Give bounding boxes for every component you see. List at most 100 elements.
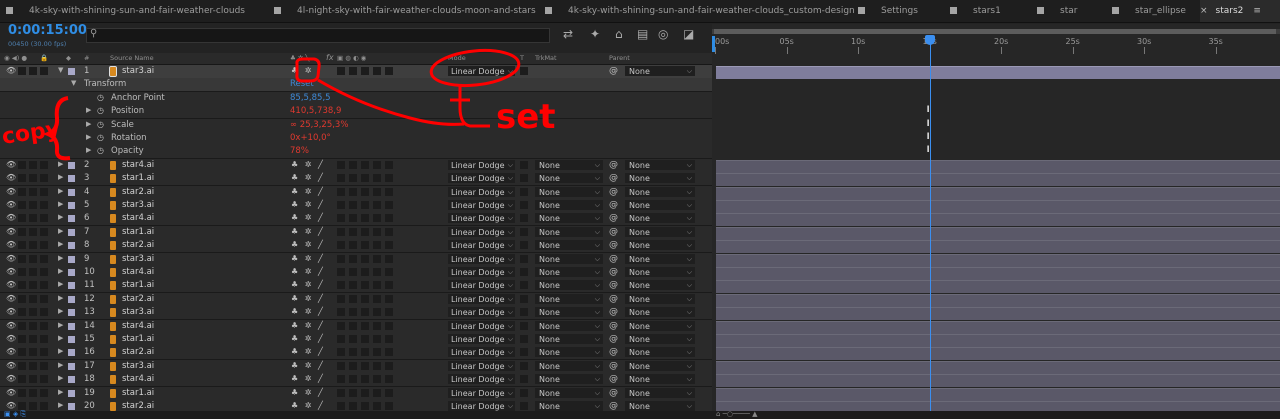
preserve-transparency-toggle[interactable]: [520, 254, 528, 263]
frame-blend-switch[interactable]: [349, 361, 357, 370]
layer-duration-bar[interactable]: [716, 293, 1280, 307]
frame-blend-switch[interactable]: [349, 402, 357, 410]
expand-triangle-icon[interactable]: ▶: [58, 334, 63, 342]
frame-blend-switch[interactable]: [349, 268, 357, 276]
parent-pick-whip-icon[interactable]: @: [609, 401, 618, 411]
parent-pick-whip-icon[interactable]: @: [609, 321, 618, 331]
expand-triangle-icon[interactable]: ▼: [58, 66, 63, 74]
solo-toggle[interactable]: [29, 294, 37, 303]
visibility-eye-icon[interactable]: 👁: [6, 160, 16, 169]
track-matte-select[interactable]: None ⌵: [535, 334, 603, 344]
stopwatch-icon[interactable]: ◷: [97, 146, 104, 155]
fx-switch[interactable]: [337, 348, 345, 357]
fx-switch[interactable]: [337, 388, 345, 397]
graph-editor-icon[interactable]: ◪: [683, 27, 694, 41]
3d-layer-switch[interactable]: [385, 174, 393, 183]
layer-name[interactable]: star2.ai: [122, 187, 154, 197]
motion-blur-switch[interactable]: [361, 388, 369, 397]
track-matte-select[interactable]: None ⌵: [535, 280, 603, 291]
lock-toggle[interactable]: [40, 321, 48, 330]
fx-switch[interactable]: [337, 214, 345, 223]
layer-duration-bar[interactable]: [716, 307, 1280, 321]
audio-toggle[interactable]: [18, 227, 26, 236]
transform-group-row[interactable]: ▼ Transform Reset: [0, 78, 712, 93]
expand-triangle-icon[interactable]: ▶: [58, 388, 63, 396]
label-color-swatch[interactable]: [68, 295, 75, 303]
fx-switch[interactable]: [337, 67, 345, 75]
blend-mode-select[interactable]: Linear Dodge ⌵: [448, 334, 515, 344]
parent-pick-whip-icon[interactable]: @: [609, 200, 618, 210]
lock-toggle[interactable]: [40, 375, 48, 384]
audio-toggle[interactable]: [18, 268, 26, 276]
label-color-swatch[interactable]: [68, 202, 75, 209]
preserve-transparency-toggle[interactable]: [520, 294, 528, 303]
blend-mode-select[interactable]: Linear Dodge ⌵: [448, 374, 515, 385]
solo-toggle[interactable]: [29, 348, 37, 357]
lock-toggle[interactable]: [40, 335, 48, 343]
expand-triangle-icon[interactable]: ▶: [86, 120, 91, 128]
audio-toggle[interactable]: [18, 201, 26, 209]
track-matte-select[interactable]: None ⌵: [535, 159, 603, 170]
blend-mode-select[interactable]: Linear Dodge ⌵: [448, 173, 515, 184]
fx-switch[interactable]: [337, 254, 345, 263]
property-value[interactable]: ∞ 25,3,25,3%: [290, 120, 348, 130]
solo-toggle[interactable]: [29, 361, 37, 370]
frame-blend-switch[interactable]: [349, 281, 357, 290]
fx-switch[interactable]: [337, 294, 345, 303]
lock-toggle[interactable]: [40, 402, 48, 410]
solo-toggle[interactable]: [29, 201, 37, 209]
layer-name[interactable]: star1.ai: [122, 280, 154, 290]
layer-switches-icons[interactable]: ♣ ✲ ╱: [291, 187, 325, 196]
fx-switch[interactable]: [337, 335, 345, 343]
keyframe-marker[interactable]: I: [927, 105, 930, 115]
layer-duration-bar[interactable]: [716, 213, 1280, 227]
blend-mode-select[interactable]: Linear Dodge ⌵: [448, 240, 515, 251]
stopwatch-icon[interactable]: ◷: [97, 133, 104, 142]
visibility-eye-icon[interactable]: 👁: [6, 267, 16, 276]
parent-select[interactable]: None ⌵: [625, 159, 695, 170]
blend-mode-select[interactable]: Linear Dodge ⌵: [448, 360, 515, 371]
fx-switch[interactable]: [337, 402, 345, 410]
label-color-swatch[interactable]: [68, 175, 75, 183]
visibility-eye-icon[interactable]: 👁: [6, 347, 16, 356]
parent-pick-whip-icon[interactable]: @: [609, 361, 618, 371]
layer-row[interactable]: 👁 ▶ 9 star3.ai ♣ ✲ ╱ Linear Dodge ⌵ None ⌵ @ None ⌵: [0, 252, 712, 267]
tab-0[interactable]: 4k-sky-with-shining-sun-and-fair-weather…: [6, 0, 245, 22]
track-matte-select[interactable]: None ⌵: [535, 200, 603, 210]
layer-name[interactable]: star4.ai: [122, 213, 154, 223]
layer-duration-bar[interactable]: [716, 173, 1280, 187]
preserve-transparency-toggle[interactable]: [520, 308, 528, 317]
parent-select[interactable]: None ⌵: [625, 293, 695, 304]
fx-switch[interactable]: [337, 268, 345, 276]
frame-blend-switch[interactable]: [349, 187, 357, 196]
expand-triangle-icon[interactable]: ▶: [58, 200, 63, 208]
transform-property-row[interactable]: ▶ ◷ Scale ∞ 25,3,25,3%: [0, 118, 712, 133]
layer-row[interactable]: 👁 ▶ 6 star4.ai ♣ ✲ ╱ Linear Dodge ⌵ None ⌵ @ None ⌵: [0, 212, 712, 227]
blend-mode-select[interactable]: Linear Dodge ⌵: [448, 226, 515, 237]
track-matte-select[interactable]: None ⌵: [535, 307, 603, 318]
stopwatch-icon[interactable]: ◷: [97, 106, 104, 115]
draft-3d-icon[interactable]: ✦: [590, 27, 600, 41]
adjustment-switch[interactable]: [373, 241, 381, 250]
parent-select[interactable]: None ⌵: [625, 240, 695, 251]
3d-layer-switch[interactable]: [385, 241, 393, 250]
expand-triangle-icon[interactable]: ▶: [58, 160, 63, 168]
adjustment-switch[interactable]: [373, 268, 381, 276]
current-time-display[interactable]: 0:00:15:00: [8, 23, 87, 38]
adjustment-switch[interactable]: [373, 67, 381, 75]
layer-switches-icons[interactable]: ♣ ✲ ╱: [291, 361, 325, 370]
lock-toggle[interactable]: [40, 174, 48, 183]
lock-toggle[interactable]: [40, 254, 48, 263]
parent-pick-whip-icon[interactable]: @: [609, 160, 618, 170]
layer-duration-bar[interactable]: [716, 374, 1280, 388]
tab-6[interactable]: star_ellipse: [1112, 0, 1186, 22]
frame-blend-switch[interactable]: [349, 308, 357, 317]
layer-switches-icons[interactable]: ♣ ✲ ╱: [291, 307, 325, 316]
track-matte-select[interactable]: None ⌵: [535, 186, 603, 197]
layer-row[interactable]: 👁 ▶ 8 star2.ai ♣ ✲ ╱ Linear Dodge ⌵ None ⌵ @ None ⌵: [0, 239, 712, 254]
layer-switches-icons[interactable]: ♣ ✲ ╱: [291, 347, 325, 356]
layer-row[interactable]: 👁 ▶ 15 star1.ai ♣ ✲ ╱ Linear Dodge ⌵ None ⌵ @ None…: [0, 333, 712, 347]
tab-3[interactable]: Settings: [858, 0, 918, 22]
layer-duration-bar[interactable]: [716, 360, 1280, 374]
tab-2[interactable]: 4k-sky-with-shining-sun-and-fair-weather…: [545, 0, 855, 22]
